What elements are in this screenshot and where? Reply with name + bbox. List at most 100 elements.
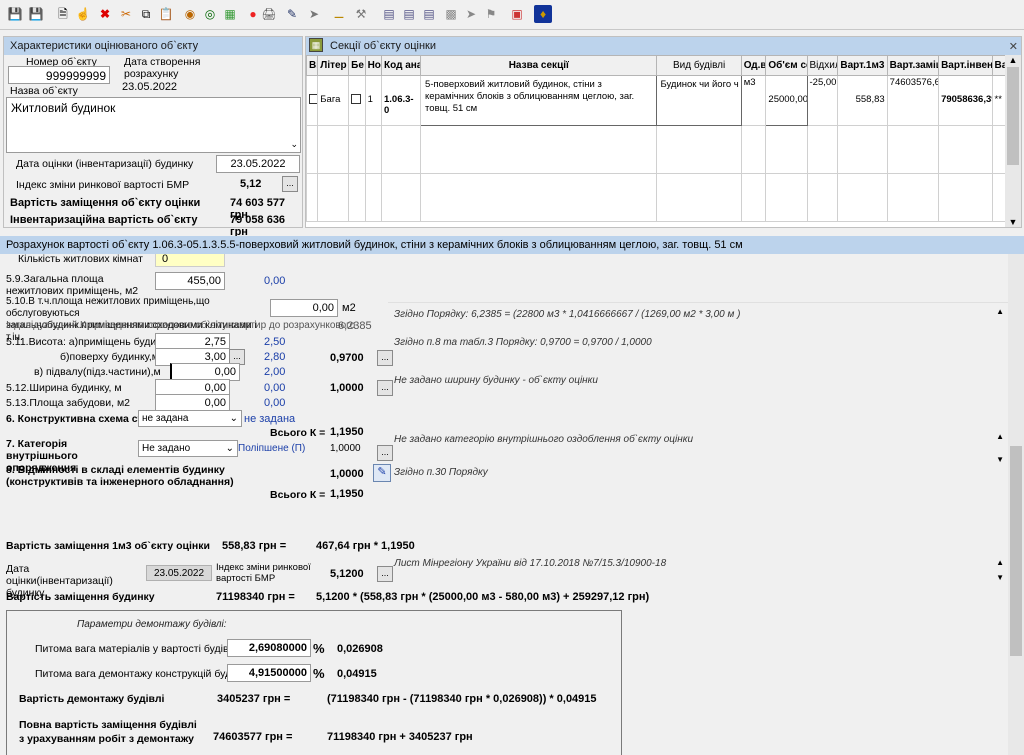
sections-grid: Від Літер Бе Ном Код ана Назва секції Ви… — [306, 55, 1006, 227]
replace-cost-label: Вартість заміщення об`єкту оцінки — [10, 197, 201, 209]
chevron-down-icon[interactable]: ▼ — [996, 455, 1004, 464]
forward-icon[interactable]: ➤ — [305, 5, 323, 23]
sections-scrollbar[interactable]: ▲ ▼ — [1005, 55, 1021, 227]
col-header[interactable]: Назва секції — [420, 55, 658, 76]
edit-icon[interactable]: ✎ — [283, 5, 301, 23]
pin-icon[interactable]: ➤ — [462, 5, 480, 23]
col-header[interactable]: Бе — [348, 55, 366, 76]
target-alt-icon[interactable]: ◎ — [201, 5, 219, 23]
height-note: Згідно п.8 та табл.3 Порядку: 0,9700 = 0… — [394, 337, 652, 348]
eval-date-label: Дата оцінки (інвентаризації) будинку — [16, 158, 194, 170]
col-header[interactable]: Варт.заміще — [886, 55, 940, 76]
cell-checkbox[interactable] — [348, 75, 366, 126]
save-icon[interactable]: 💾 — [6, 5, 24, 23]
cell-cost1m3: 558,83 — [837, 75, 888, 126]
palette-icon[interactable]: ▦ — [221, 5, 239, 23]
flag-icon[interactable]: ⚑ — [482, 5, 500, 23]
chevron-down-icon[interactable]: ▼ — [996, 573, 1004, 582]
table-row[interactable]: Бага 1 1.06.3-0 5-поверховий житловий бу… — [306, 75, 1006, 126]
cell-section-name[interactable]: 5-поверховий житловий будинок, стіни з к… — [420, 75, 658, 126]
index-dots-button[interactable]: ... — [282, 176, 298, 192]
rooms-input[interactable]: 0 — [155, 254, 225, 267]
paste-icon[interactable]: 📋 — [157, 5, 175, 23]
calc-scrollbar[interactable] — [1008, 254, 1024, 755]
cell-building[interactable]: Будинок чи його ч — [656, 75, 742, 126]
col-header[interactable]: Варт.інвент — [938, 55, 993, 76]
scheme-norm: не задана — [244, 413, 296, 425]
mat-k: 0,026908 — [337, 643, 383, 655]
mat-input[interactable]: 2,69080000 — [227, 639, 311, 657]
col-header[interactable]: Ном — [364, 55, 383, 76]
object-number-input[interactable]: 999999999 — [8, 66, 110, 84]
cat-k-button[interactable]: ... — [377, 445, 393, 461]
cell-volume[interactable]: 25000,00 — [765, 75, 808, 126]
copy-icon[interactable]: ⧉ — [137, 5, 155, 23]
col-header[interactable]: Відхил — [806, 55, 839, 76]
eval-date-input[interactable]: 23.05.2022 — [216, 155, 300, 173]
ruler-icon[interactable]: ⚊ — [330, 5, 348, 23]
tools-icon[interactable]: ⚒ — [352, 5, 370, 23]
object-characteristics-panel: Характеристики оцінюваного об`єкту Номер… — [3, 36, 303, 238]
col-header[interactable]: Од.ви — [740, 55, 767, 76]
idx-button[interactable]: ... — [377, 566, 393, 582]
col-header[interactable]: Об'єм се — [765, 55, 808, 76]
demolition-box: Параметри демонтажу будівлі: Питома вага… — [6, 610, 622, 755]
emblem-icon[interactable]: ♦ — [534, 5, 552, 23]
layout-icon[interactable]: ▣ — [508, 5, 526, 23]
col-header[interactable]: Варт.1м3 з — [837, 55, 888, 76]
col-header[interactable]: Вид будівлі — [656, 55, 742, 76]
indiv-note-box: Згідно Порядку: 6,2385 = (22800 м3 * 1,0… — [388, 302, 1008, 330]
dem-input[interactable]: 4,91500000 — [227, 664, 311, 682]
cat-note-box: Не задано категорію внутрішнього оздобле… — [388, 426, 1008, 468]
row-checkbox[interactable] — [306, 75, 319, 126]
cut-icon[interactable]: ✂ — [117, 5, 135, 23]
scroll-down-icon[interactable]: ▼ — [1005, 217, 1021, 227]
service-area-input[interactable]: 0,00 — [270, 299, 338, 317]
edit-icon[interactable]: ✎ — [373, 464, 391, 482]
chevron-up-icon[interactable]: ▲ — [996, 558, 1004, 567]
col-header[interactable]: Ва — [991, 55, 1006, 76]
target-icon[interactable]: ◉ — [181, 5, 199, 23]
hand-cursor-icon[interactable]: ☝ — [74, 5, 92, 23]
delete-icon[interactable]: ✖ — [96, 5, 114, 23]
chart-b-icon[interactable]: ▤ — [400, 5, 418, 23]
total1-value: 1,1950 — [330, 426, 364, 438]
chart-c-icon[interactable]: ▤ — [420, 5, 438, 23]
width-label: 5.12.Ширина будинку, м — [6, 382, 122, 394]
cell-last: ** — [991, 75, 1006, 126]
map-icon[interactable]: ▩ — [442, 5, 460, 23]
cell-deviation: -25,00 — [806, 75, 839, 126]
chevron-up-icon[interactable]: ▲ — [996, 432, 1004, 441]
print-icon[interactable]: 🖨 — [260, 5, 278, 23]
col-header[interactable]: Від — [306, 55, 319, 76]
width-k-button[interactable]: ... — [377, 380, 393, 396]
height-norm: 2,50 — [264, 336, 286, 348]
inventory-cost-label: Інвентаризаційна вартість об`єкту — [10, 214, 198, 226]
object-name-textarea[interactable]: Житловий будинок ⌄ — [6, 97, 301, 153]
cat-select[interactable]: Не задано ⌄ — [138, 440, 238, 457]
chevron-up-icon[interactable]: ▲ — [996, 307, 1004, 316]
scroll-up-icon[interactable]: ▲ — [1005, 55, 1021, 65]
chart-a-icon[interactable]: ▤ — [380, 5, 398, 23]
new-icon[interactable]: 🗎 — [54, 5, 72, 23]
height-k-button[interactable]: ... — [377, 350, 393, 366]
scheme-select[interactable]: не задана ⌄ — [138, 410, 242, 427]
col-header[interactable]: Літер — [317, 55, 350, 76]
rep-label: Вартість заміщення будинку — [6, 591, 155, 603]
save-all-icon[interactable]: 💾 — [27, 5, 45, 23]
scroll-thumb[interactable] — [1007, 67, 1019, 165]
height-k: 0,9700 — [330, 352, 364, 364]
dem-label: Питома вага демонтажу конструкцій будівл… — [35, 668, 248, 680]
cat-k: 1,0000 — [330, 443, 361, 454]
dem-title: Параметри демонтажу будівлі: — [77, 619, 227, 630]
floor-norm: 2,80 — [264, 351, 286, 363]
chevron-down-icon[interactable]: ⌄ — [290, 139, 298, 150]
basement-label: в) підвалу(підз.частини),м — [34, 366, 161, 378]
index-label: Індекс зміни ринкової вартості БМР — [16, 179, 190, 191]
total2-value: 1,1950 — [330, 488, 364, 500]
col-header[interactable]: Код ана — [380, 55, 422, 76]
grid-icon: ▦ — [309, 38, 323, 52]
nonres-input[interactable]: 455,00 — [155, 272, 225, 290]
scroll-thumb[interactable] — [1010, 446, 1022, 656]
close-icon[interactable]: ✕ — [1009, 40, 1018, 53]
